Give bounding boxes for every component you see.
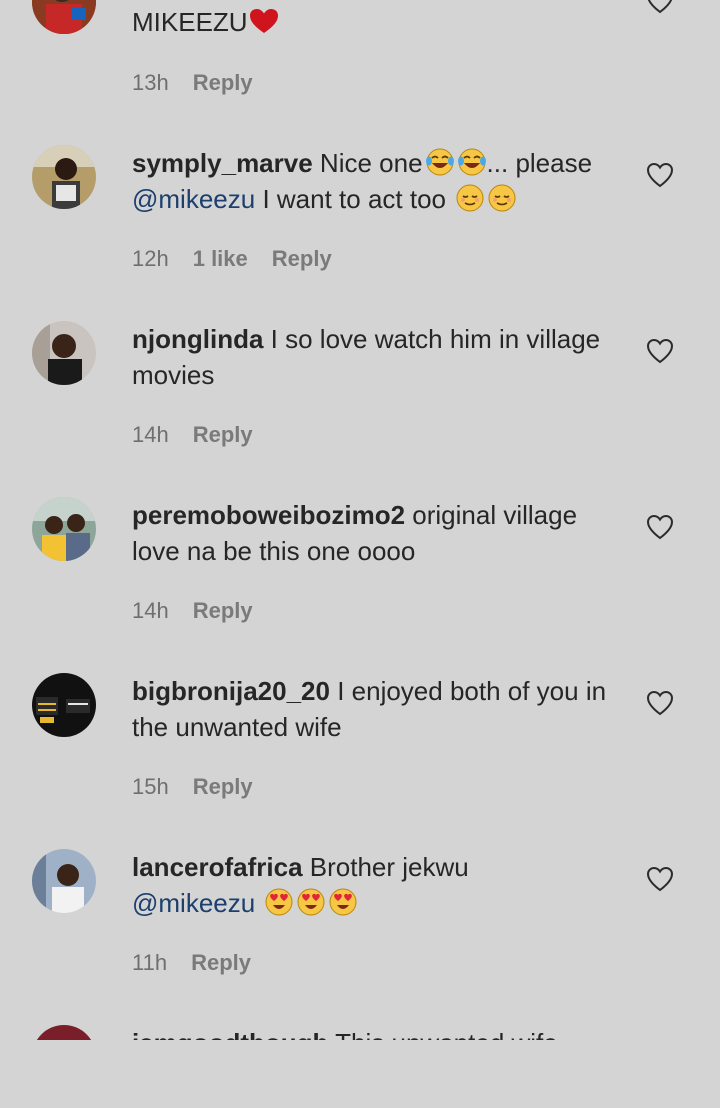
username[interactable]: iamgoodthough bbox=[132, 1028, 328, 1040]
comment-text: bigbronija20_20 I enjoyed both of you in… bbox=[132, 676, 607, 742]
comment-meta: 11h Reply bbox=[132, 950, 251, 976]
username[interactable]: peremoboweibozimo2 bbox=[132, 500, 405, 530]
timestamp: 15h bbox=[132, 774, 169, 799]
comment-text: MIKEEZU bbox=[132, 4, 622, 40]
comment-text: symply_marve Nice one... please @mikeezu… bbox=[132, 147, 593, 214]
reply-button[interactable]: Reply bbox=[193, 598, 253, 624]
comment-meta: 14h Reply bbox=[132, 422, 253, 448]
reply-button[interactable]: Reply bbox=[193, 774, 253, 800]
timestamp: 14h bbox=[132, 422, 169, 447]
like-heart-icon[interactable] bbox=[646, 866, 674, 892]
comment-text: njonglinda I so love watch him in villag… bbox=[132, 324, 601, 390]
timestamp: 14h bbox=[132, 598, 169, 623]
timestamp: 11h bbox=[132, 950, 168, 975]
like-heart-icon[interactable] bbox=[646, 0, 674, 14]
tears-of-joy-emoji bbox=[457, 147, 487, 177]
relieved-face-emoji bbox=[487, 183, 517, 213]
reply-button[interactable]: Reply bbox=[193, 422, 253, 448]
mention-link[interactable]: @mikeezu bbox=[132, 184, 255, 214]
like-heart-icon[interactable] bbox=[646, 162, 674, 188]
avatar[interactable] bbox=[32, 321, 96, 385]
comment-meta: 13h Reply bbox=[132, 70, 253, 96]
comment-text: peremoboweibozimo2 original village love… bbox=[132, 500, 578, 566]
timestamp: 12h bbox=[132, 246, 169, 271]
tears-of-joy-emoji bbox=[425, 147, 455, 177]
reply-button[interactable]: Reply bbox=[272, 246, 332, 272]
comment-meta: 12h 1 like Reply bbox=[132, 246, 332, 272]
reply-button[interactable]: Reply bbox=[193, 70, 253, 96]
red-heart-emoji bbox=[248, 7, 280, 35]
avatar[interactable] bbox=[32, 849, 96, 913]
username[interactable]: bigbronija20_20 bbox=[132, 676, 330, 706]
username[interactable]: lancerofafrica bbox=[132, 852, 303, 882]
reply-button[interactable]: Reply bbox=[191, 950, 251, 976]
avatar[interactable] bbox=[32, 145, 96, 209]
heart-eyes-emoji bbox=[296, 887, 326, 917]
comments-list[interactable]: MIKEEZU 13h Reply symply_marve Nice one.… bbox=[0, 0, 720, 1040]
like-heart-icon[interactable] bbox=[646, 514, 674, 540]
avatar[interactable] bbox=[32, 1025, 96, 1040]
avatar[interactable] bbox=[32, 673, 96, 737]
comment-text: iamgoodthough This unwanted wife bbox=[132, 1025, 622, 1040]
like-heart-icon[interactable] bbox=[646, 338, 674, 364]
username[interactable]: njonglinda bbox=[132, 324, 263, 354]
mention-link[interactable]: @mikeezu bbox=[132, 888, 255, 918]
heart-eyes-emoji bbox=[264, 887, 294, 917]
avatar[interactable] bbox=[32, 497, 96, 561]
comment-meta: 14h Reply bbox=[132, 598, 253, 624]
relieved-face-emoji bbox=[455, 183, 485, 213]
comment-meta: 15h Reply bbox=[132, 774, 253, 800]
likes-count[interactable]: 1 like bbox=[193, 246, 248, 272]
heart-eyes-emoji bbox=[328, 887, 358, 917]
username[interactable]: symply_marve bbox=[132, 148, 313, 178]
comment-text: lancerofafrica Brother jekwu @mikeezu bbox=[132, 852, 469, 918]
avatar[interactable] bbox=[32, 0, 96, 34]
timestamp: 13h bbox=[132, 70, 169, 95]
like-heart-icon[interactable] bbox=[646, 690, 674, 716]
